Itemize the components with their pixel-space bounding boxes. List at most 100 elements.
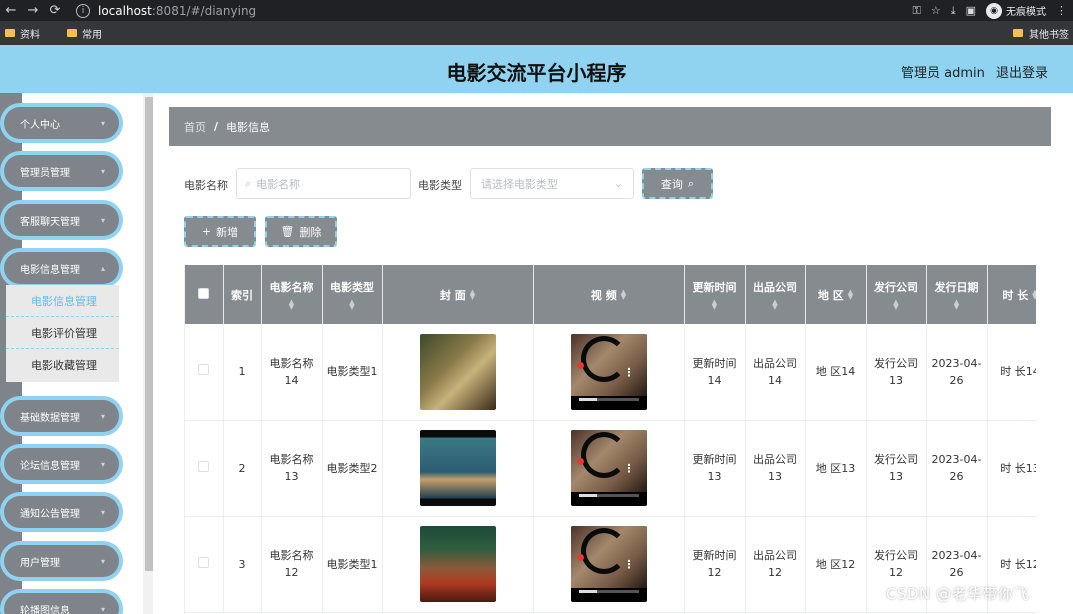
sort-icon[interactable]: ▲▼	[349, 299, 354, 311]
cell-region: 地 区13	[805, 420, 867, 517]
logout-link[interactable]: 退出登录	[996, 62, 1048, 81]
sidebar-item-chat[interactable]: 客服聊天管理 ▾	[4, 204, 119, 236]
forward-icon[interactable]: →	[22, 0, 44, 21]
sidebar-item-admin[interactable]: 管理员管理 ▾	[4, 155, 119, 187]
cell-producer: 出品公司14	[745, 324, 806, 421]
sort-icon[interactable]: ▲▼	[893, 299, 898, 311]
video-player[interactable]: ⋮	[570, 526, 647, 602]
more-options-icon[interactable]: ⋮	[624, 364, 635, 381]
watermark: CSDN @老华带你飞	[886, 585, 1030, 603]
sidepanel-icon[interactable]: ▣	[966, 4, 976, 17]
cell-producer: 出品公司12	[745, 516, 806, 613]
sort-icon[interactable]: ▲▼	[772, 299, 777, 311]
address-bar[interactable]: i localhost:8081/#/dianying	[76, 1, 906, 20]
sidebar-item-carousel[interactable]: 轮播图信息 ▾	[4, 593, 119, 614]
column-header-name[interactable]: 电影名称 ▲ ▼	[261, 265, 323, 324]
cell-duration: 时 长14	[987, 324, 1036, 421]
sort-icon[interactable]: ▲▼	[712, 299, 717, 311]
cell-index: 1	[223, 324, 262, 421]
cover-image[interactable]	[419, 526, 496, 602]
breadcrumb-home[interactable]: 首页	[184, 119, 206, 135]
cover-image[interactable]	[419, 333, 496, 410]
query-button[interactable]: 查询 ⌕	[642, 168, 713, 199]
submenu-item-movie-favorite[interactable]: 电影收藏管理	[6, 349, 119, 381]
menu-icon[interactable]: ⋮	[1056, 4, 1067, 17]
chevron-up-icon: ▴	[100, 263, 105, 273]
back-icon[interactable]: ←	[0, 0, 22, 21]
sidebar-item-base-data[interactable]: 基础数据管理 ▾	[4, 400, 119, 432]
sort-icon[interactable]: ▲▼	[470, 288, 475, 300]
column-header-label: 发行公司	[874, 281, 918, 294]
row-checkbox[interactable]	[198, 556, 210, 568]
bookmarks-bar: 资料 常用 其他书签	[0, 21, 1073, 45]
column-header-video[interactable]: 视 频 ▲ ▼	[533, 265, 685, 324]
bookmark-item[interactable]: 常用	[67, 26, 102, 41]
cover-image[interactable]	[419, 430, 496, 506]
query-button-label: 查询	[660, 177, 683, 191]
sidebar-item-personal-center[interactable]: 个人中心 ▾	[4, 107, 119, 139]
column-header-cover[interactable]: 封 面 ▲ ▼	[382, 265, 534, 324]
cell-date: 2023-04-26	[926, 420, 988, 517]
folder-icon	[5, 29, 15, 37]
chevron-down-icon: ▾	[100, 556, 105, 566]
video-progress-bar[interactable]	[578, 397, 639, 401]
record-dot-icon	[576, 458, 584, 465]
column-header-type[interactable]: 电影类型 ▲ ▼	[322, 265, 383, 324]
movie-table: 索引 电影名称 ▲ ▼ 电影类型 ▲ ▼ 封 面 ▲ ▼ 视 频 ▲ ▼ 更新时间 ▲ ▼ 出品公司…	[184, 265, 1036, 614]
reload-icon[interactable]: ⟳	[44, 0, 66, 21]
sort-icon[interactable]: ▲▼	[848, 288, 853, 300]
cell-region: 地 区14	[805, 324, 867, 421]
row-checkbox[interactable]	[198, 460, 210, 472]
column-header-producer[interactable]: 出品公司 ▲ ▼	[745, 265, 806, 324]
column-header-region[interactable]: 地 区 ▲ ▼	[805, 265, 867, 324]
more-options-icon[interactable]: ⋮	[624, 460, 635, 477]
sort-icon[interactable]: ▲▼	[954, 299, 959, 311]
column-header-publisher[interactable]: 发行公司 ▲ ▼	[866, 265, 927, 324]
sidebar-scrollbar-thumb[interactable]	[145, 97, 153, 571]
video-progress-bar[interactable]	[578, 494, 639, 497]
add-button[interactable]: + 新增	[184, 216, 256, 247]
cell-update: 更新时间12	[684, 516, 746, 613]
submenu-item-movie-info[interactable]: 电影信息管理	[6, 285, 119, 317]
sort-icon[interactable]: ▲▼	[621, 288, 626, 300]
submenu-item-movie-review[interactable]: 电影评价管理	[6, 317, 119, 349]
movie-name-input[interactable]: ⌕ 电影名称	[236, 168, 411, 199]
column-header-date[interactable]: 发行日期 ▲ ▼	[926, 265, 988, 324]
star-icon[interactable]: ☆	[931, 4, 941, 17]
site-info-icon[interactable]: i	[76, 3, 90, 18]
column-header-label: 更新时间	[692, 281, 737, 294]
sidebar-item-users[interactable]: 用户管理 ▾	[4, 545, 119, 577]
cell-publisher: 发行公司13	[866, 324, 927, 421]
select-all-checkbox[interactable]	[198, 287, 210, 299]
sort-icon[interactable]: ▲▼	[289, 299, 294, 311]
delete-button-label: 删除	[299, 225, 322, 239]
video-player[interactable]: ⋮	[570, 333, 647, 410]
key-icon[interactable]: ⚿	[912, 4, 920, 18]
bookmark-item[interactable]: 资料	[5, 26, 40, 41]
video-progress-bar[interactable]	[578, 590, 639, 593]
column-header-update[interactable]: 更新时间 ▲ ▼	[684, 265, 746, 324]
breadcrumb-separator: /	[214, 120, 219, 133]
incognito-indicator[interactable]: ◉ 无痕模式	[986, 2, 1046, 19]
column-header-label: 地 区	[817, 288, 844, 302]
url-path: :8081/#/dianying	[151, 3, 257, 18]
sidebar-item-notice[interactable]: 通知公告管理 ▾	[4, 496, 119, 528]
other-bookmarks-label: 其他书签	[1029, 29, 1069, 41]
sort-icon[interactable]: ▲▼	[1032, 288, 1036, 300]
delete-button[interactable]: 🗑 删除	[265, 216, 337, 247]
sidebar-item-forum[interactable]: 论坛信息管理 ▾	[4, 448, 119, 480]
row-checkbox[interactable]	[198, 364, 210, 376]
other-bookmarks[interactable]: 其他书签	[1013, 21, 1069, 45]
sidebar-item-movie-info[interactable]: 电影信息管理 ▴	[4, 252, 119, 284]
browser-actions: ⚿ ☆ ⤓ ▣ ◉ 无痕模式 ⋮	[912, 0, 1073, 21]
more-options-icon[interactable]: ⋮	[624, 556, 635, 573]
movie-type-select[interactable]: 请选择电影类型 ⌄	[470, 168, 634, 199]
sidebar-item-label: 用户管理	[20, 557, 60, 569]
download-icon[interactable]: ⤓	[951, 4, 956, 18]
chevron-down-icon: ▾	[100, 215, 105, 225]
video-player[interactable]: ⋮	[570, 430, 647, 506]
movie-name-label: 电影名称	[184, 179, 228, 192]
record-dot-icon	[576, 554, 584, 561]
column-header-duration[interactable]: 时 长▲▼	[987, 265, 1036, 324]
plus-icon: +	[201, 225, 212, 238]
